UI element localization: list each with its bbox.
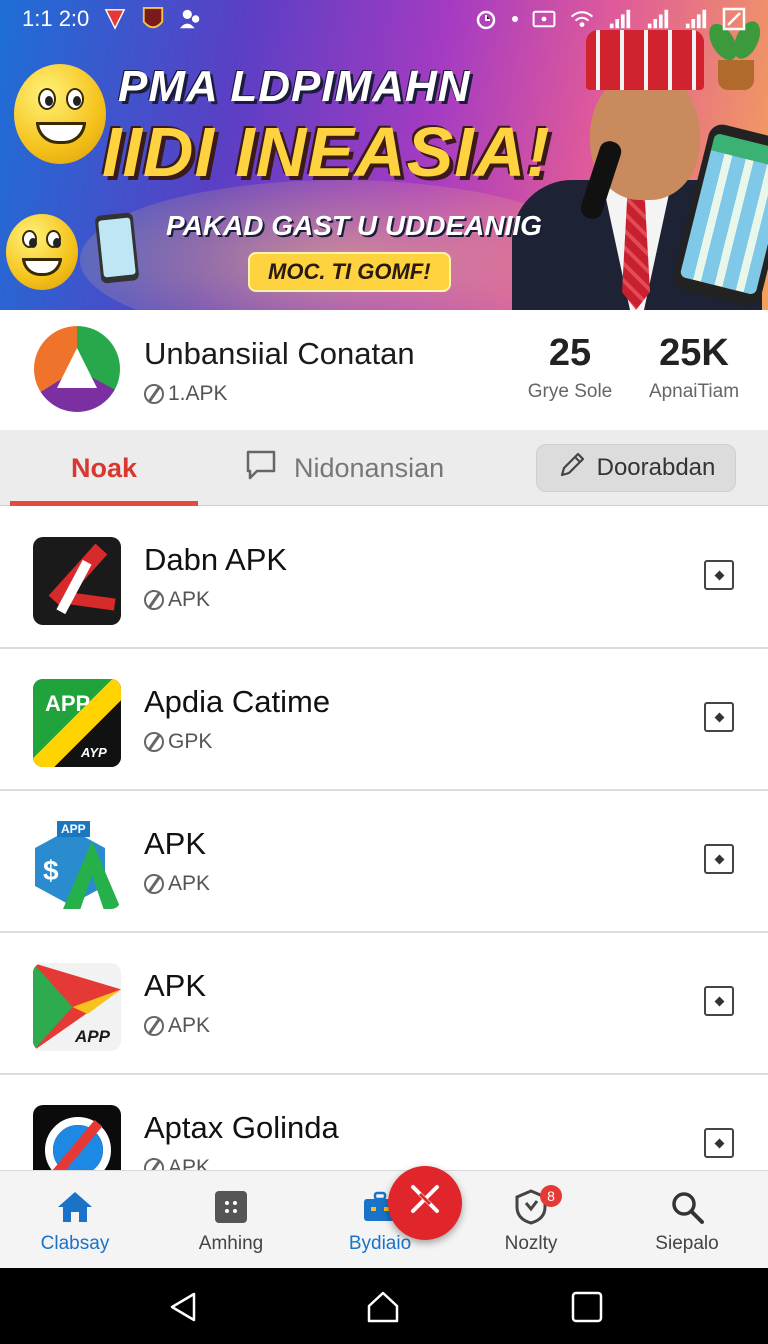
- banner-headline-2: IIDI INEASIA!: [102, 113, 551, 191]
- app-list: Dabn APK APK APP AYP Apdia Catime GPK $ AP…: [0, 508, 768, 1170]
- list-item-subtitle: APK: [144, 1156, 210, 1170]
- nav-siepalo[interactable]: Siepalo: [612, 1171, 762, 1269]
- smiley-mascot-icon-2: [6, 214, 78, 290]
- list-item-subtitle-text: APK: [168, 872, 211, 895]
- link-icon: [144, 732, 164, 752]
- doorabdan-label: Doorabdan: [596, 454, 716, 481]
- stat-sole-value: 25: [548, 332, 592, 374]
- tab-nidonansian[interactable]: Nidonansian: [244, 430, 444, 506]
- list-item-subtitle: GPK: [144, 730, 212, 754]
- link-icon: [144, 1158, 164, 1170]
- nav-clabsay[interactable]: Clabsay: [0, 1171, 150, 1269]
- apk-dollar-icon: $ APP: [33, 821, 121, 909]
- nav-amhing-label: Amhing: [198, 1233, 264, 1254]
- app-header: Unbansiial Conatan 1.APK 25 Grye Sole 25…: [0, 310, 768, 430]
- dot-icon: [512, 16, 518, 22]
- open-button[interactable]: [704, 844, 734, 874]
- stat-sole-label: Grye Sole: [527, 381, 613, 402]
- list-item-subtitle: APK: [144, 872, 210, 896]
- nav-amhing[interactable]: Amhing: [156, 1171, 306, 1269]
- list-item-subtitle-text: APK: [168, 1156, 211, 1170]
- open-button[interactable]: [704, 702, 734, 732]
- tab-bar: Noak Nidonansian Doorabdan: [0, 430, 768, 506]
- list-item-title: Dabn APK: [144, 542, 288, 577]
- cast-icon: [532, 8, 556, 30]
- list-item[interactable]: APP AYP Apdia Catime GPK: [0, 650, 768, 791]
- list-item-subtitle: APK: [144, 1014, 210, 1038]
- phone-illustration-icon: [94, 212, 140, 284]
- banner-headline-1: PMA LDPIMAHN: [118, 62, 471, 111]
- wifi-icon: [570, 8, 594, 30]
- status-time: 1:1 2:0: [22, 6, 90, 31]
- link-icon: [144, 1016, 164, 1036]
- link-icon: [144, 874, 164, 894]
- list-item[interactable]: $ APP APK APK: [0, 792, 768, 933]
- app-subtitle: 1.APK: [144, 382, 228, 406]
- status-bar: 1:1 2:0: [0, 0, 768, 38]
- apps-grid-icon: [212, 1189, 250, 1225]
- nav-siepalo-label: Siepalo: [655, 1233, 719, 1254]
- promo-banner[interactable]: 1:1 2:0 PMA LDPIMAHN IIDI INEASIA! PAKAD…: [0, 0, 768, 310]
- app-title: Unbansiial Conatan: [144, 336, 415, 371]
- tab-nidonansian-label: Nidonansian: [294, 452, 445, 483]
- battery-icon: [722, 7, 746, 31]
- list-item-title: Aptax Golinda: [144, 1110, 339, 1145]
- stat-apna-value: 25K: [659, 332, 729, 374]
- app-subtitle-text: 1.APK: [168, 382, 228, 405]
- list-item[interactable]: Aptax Golinda APK: [0, 1076, 768, 1170]
- app-green-yellow-icon: APP AYP: [33, 679, 121, 767]
- close-x-icon: [407, 1179, 443, 1227]
- signal-icon-3: [684, 8, 708, 30]
- red-tools-icon: [33, 537, 121, 625]
- back-icon[interactable]: [166, 1290, 200, 1324]
- list-item-title: APK: [144, 968, 207, 1003]
- home-icon: [56, 1189, 94, 1225]
- play-app-icon: APP: [33, 963, 121, 1051]
- doorabdan-button[interactable]: Doorabdan: [536, 444, 736, 492]
- list-item-subtitle-text: APK: [168, 1014, 211, 1037]
- banner-headline-3: PAKAD GAST U UDDEANIIG: [166, 210, 542, 241]
- banner-cta-button[interactable]: MOC. TI GOMF!: [248, 252, 451, 292]
- list-item-title: Apdia Catime: [144, 684, 331, 719]
- list-item[interactable]: APP APK APK: [0, 934, 768, 1075]
- search-icon: [668, 1189, 706, 1225]
- home-button-icon[interactable]: [366, 1290, 400, 1324]
- notification-badge-icon: [103, 8, 127, 30]
- system-nav-bar: [0, 1268, 768, 1344]
- signal-icon-2: [646, 8, 670, 30]
- smiley-mascot-icon: [14, 64, 106, 164]
- list-item-title: APK: [144, 826, 207, 861]
- signal-icon: [608, 8, 632, 30]
- alarm-icon: [474, 8, 498, 30]
- list-item[interactable]: Dabn APK APK: [0, 508, 768, 649]
- stat-apna: 25K ApnaiTiam: [636, 332, 752, 403]
- people-icon: [179, 8, 203, 30]
- pencil-icon: [557, 450, 587, 487]
- list-item-subtitle-text: GPK: [168, 730, 213, 753]
- list-item-subtitle-text: APK: [168, 588, 211, 611]
- open-button[interactable]: [704, 1128, 734, 1158]
- nav-clabsay-label: Clabsay: [40, 1233, 110, 1254]
- notification-count-badge: 8: [540, 1185, 562, 1207]
- chat-bubble-icon: [244, 448, 278, 489]
- link-icon: [144, 590, 164, 610]
- list-item-subtitle: APK: [144, 588, 210, 612]
- bottom-nav: Clabsay Amhing Bydiaio 8 Nozlty Siepalo: [0, 1170, 768, 1268]
- recents-icon[interactable]: [570, 1290, 604, 1324]
- open-button[interactable]: [704, 986, 734, 1016]
- stat-sole: 25 Grye Sole: [520, 332, 620, 403]
- nav-nozlty-label: Nozlty: [504, 1233, 558, 1254]
- link-icon: [144, 384, 164, 404]
- blue-ring-icon: [33, 1105, 121, 1170]
- open-button[interactable]: [704, 560, 734, 590]
- nav-nozlty[interactable]: 8 Nozlty: [456, 1171, 606, 1269]
- tab-noak[interactable]: Noak: [10, 430, 198, 506]
- stat-apna-label: ApnaiTiam: [648, 381, 740, 402]
- app-logo-icon[interactable]: [34, 326, 120, 412]
- floating-action-button[interactable]: [388, 1166, 462, 1240]
- emblem-icon: [141, 7, 165, 30]
